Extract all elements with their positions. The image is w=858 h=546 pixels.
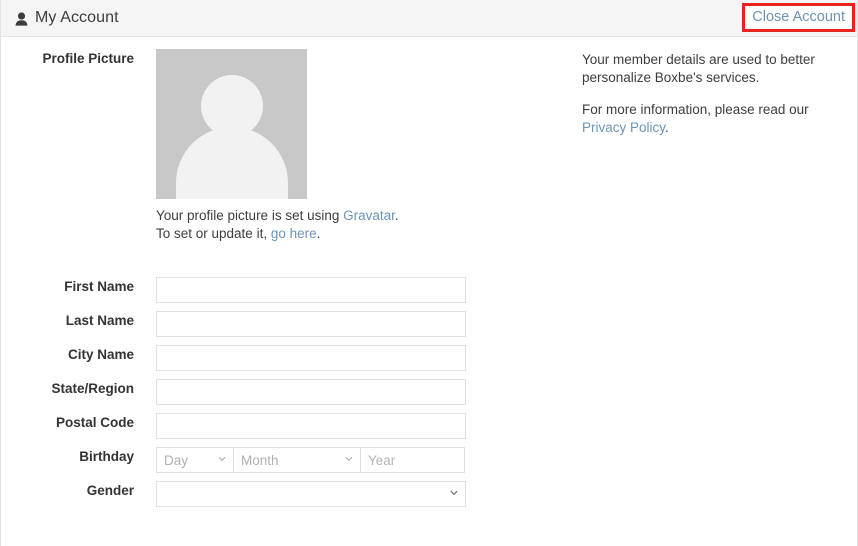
postal-code-label: Postal Code (55, 415, 134, 430)
first-name-label: First Name (64, 279, 134, 294)
state-region-field (156, 379, 466, 405)
go-here-link[interactable]: go here (271, 226, 317, 241)
member-details-note-1: Your member details are used to better p… (582, 52, 815, 85)
gravatar-link[interactable]: Gravatar (343, 208, 395, 223)
privacy-policy-link[interactable]: Privacy Policy (582, 120, 665, 135)
gender-select[interactable] (156, 481, 466, 507)
birthday-year-input[interactable] (360, 447, 465, 473)
row-first-name: First Name (1, 277, 857, 303)
row-state-region: State/Region (1, 379, 857, 405)
row-gender: Gender (1, 481, 857, 507)
gravatar-caption-prefix: Your profile picture is set using (156, 208, 344, 223)
gravatar-caption-line: Your profile picture is set using Gravat… (156, 207, 399, 225)
row-city-name: City Name (1, 345, 857, 371)
birthday-day-value: Day (164, 452, 189, 468)
birthday-month-select[interactable]: Month (233, 447, 361, 473)
my-account-page: My Account Close Account Profile Picture… (0, 0, 858, 546)
chevron-down-icon (450, 489, 458, 497)
last-name-label: Last Name (65, 313, 134, 328)
city-name-label: City Name (67, 347, 134, 362)
first-name-field (156, 277, 466, 303)
state-region-label: State/Region (51, 381, 134, 396)
last-name-input[interactable] (156, 311, 466, 337)
privacy-note-prefix: For more information, please read our (582, 102, 809, 117)
go-here-caption-prefix: To set or update it, (156, 226, 271, 241)
page-title: My Account (15, 9, 119, 27)
form-spacer (1, 251, 857, 277)
avatar (156, 49, 307, 199)
birthday-controls: Day Month (156, 447, 465, 473)
chevron-down-icon (218, 455, 226, 463)
close-account-highlight: Close Account (742, 3, 855, 32)
gender-field (156, 481, 466, 507)
birthday-day-select[interactable]: Day (156, 447, 234, 473)
panel-header: My Account Close Account (1, 0, 857, 37)
postal-code-field (156, 413, 466, 439)
city-name-field (156, 345, 466, 371)
profile-picture-label: Profile Picture (42, 51, 134, 66)
go-here-caption-line: To set or update it, go here. (156, 225, 399, 243)
gravatar-caption-suffix: . (394, 208, 399, 223)
state-region-input[interactable] (156, 379, 466, 405)
privacy-note-suffix: . (665, 120, 669, 135)
close-account-link[interactable]: Close Account (749, 8, 848, 26)
postal-code-input[interactable] (156, 413, 466, 439)
profile-picture-field: Your profile picture is set using Gravat… (156, 49, 399, 243)
gender-label: Gender (86, 483, 134, 498)
city-name-input[interactable] (156, 345, 466, 371)
user-icon (15, 12, 28, 26)
member-details-notes: Your member details are used to better p… (582, 51, 837, 137)
birthday-field: Day Month (156, 447, 465, 473)
avatar-body-shape (175, 127, 288, 199)
row-birthday: Birthday Day Month (1, 447, 857, 473)
row-last-name: Last Name (1, 311, 857, 337)
birthday-label: Birthday (79, 449, 134, 464)
first-name-input[interactable] (156, 277, 466, 303)
last-name-field (156, 311, 466, 337)
go-here-caption-suffix: . (316, 226, 321, 241)
chevron-down-icon (345, 455, 353, 463)
row-postal-code: Postal Code (1, 413, 857, 439)
profile-picture-caption: Your profile picture is set using Gravat… (156, 207, 399, 243)
member-details-note-2: For more information, please read our Pr… (582, 101, 837, 137)
birthday-month-value: Month (241, 452, 279, 468)
page-title-label: My Account (35, 9, 119, 26)
